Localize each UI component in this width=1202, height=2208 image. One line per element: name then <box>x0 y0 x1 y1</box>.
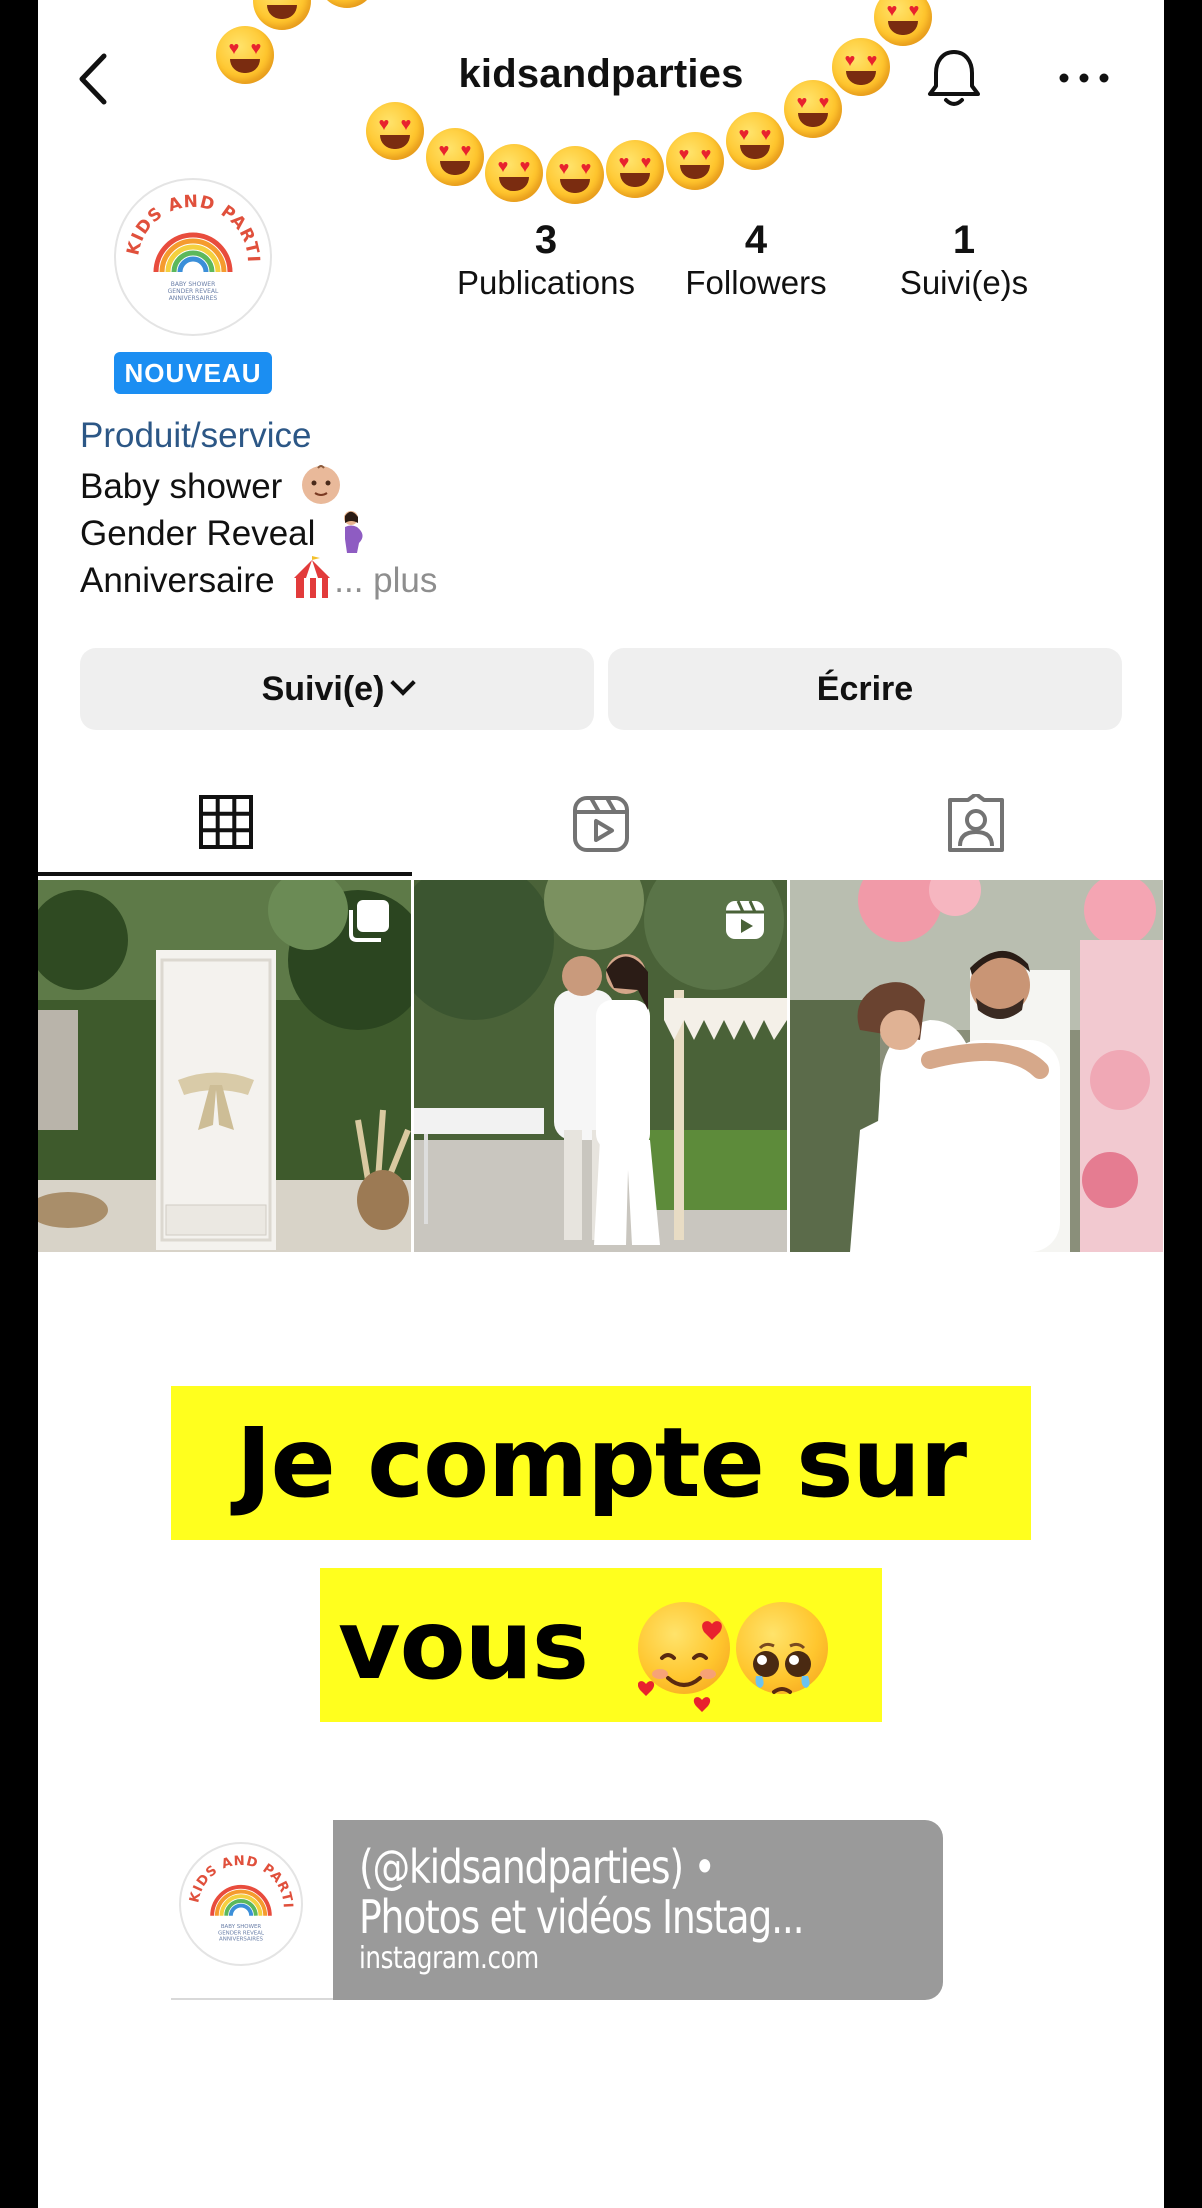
bio-text: Anniversaire <box>80 561 275 600</box>
caption-line-1: Je compte sur <box>171 1386 1031 1540</box>
svg-text:ANNIVERSAIRES: ANNIVERSAIRES <box>219 1937 263 1943</box>
heart-eyes-emoji: ♥♥ <box>546 146 604 204</box>
caption-line-2: vous <box>320 1568 882 1722</box>
message-button-label: Écrire <box>816 670 914 708</box>
heart-eyes-emoji: ♥♥ <box>253 0 311 30</box>
svg-text:GENDER REVEAL: GENDER REVEAL <box>218 1930 264 1936</box>
link-preview-card[interactable]: KIDS AND PARTIES BABY SHOWER GENDER REVE… <box>171 1820 943 2000</box>
bio-text: Baby shower <box>80 467 283 506</box>
post-couple-hug[interactable] <box>790 880 1163 1252</box>
link-preview-thumbnail: KIDS AND PARTIES BABY SHOWER GENDER REVE… <box>171 1820 333 2000</box>
bell-icon[interactable] <box>922 46 986 110</box>
following-button[interactable]: Suivi(e) <box>80 648 594 730</box>
stat-publications[interactable]: 3 Publications <box>446 218 646 304</box>
tab-tagged[interactable] <box>788 786 1163 864</box>
svg-text:KIDS AND PARTIES: KIDS AND PARTIES <box>181 1844 295 1909</box>
smiling-face-with-hearts-emoji-icon <box>637 1602 730 1712</box>
heart-eyes-emoji: ♥♥ <box>426 128 484 186</box>
heart-eyes-emoji: ♥♥ <box>874 0 932 46</box>
multiple-photos-icon <box>349 900 389 942</box>
svg-text:GENDER REVEAL: GENDER REVEAL <box>168 288 219 295</box>
post-image <box>790 880 1163 1252</box>
stat-label: Suivi(e)s <box>899 264 1029 301</box>
grid-icon <box>198 795 253 849</box>
heart-eyes-emoji: ♥♥ <box>366 102 424 160</box>
svg-text:BABY SHOWER: BABY SHOWER <box>171 281 216 288</box>
tab-reels[interactable] <box>413 786 788 864</box>
following-button-label: Suivi(e) <box>261 670 385 708</box>
stat-value: 3 <box>534 218 558 262</box>
link-preview-domain: instagram.com <box>359 1941 539 1976</box>
post-couple-garden[interactable] <box>414 880 787 1252</box>
link-preview-text: (@kidsandparties) • Photos et vidéos Inst… <box>333 1820 943 2000</box>
profile-avatar[interactable]: KIDS AND PARTIES BABY SHOWER GENDER REVE… <box>114 178 272 336</box>
baby-face-emoji-icon <box>302 465 341 504</box>
message-button[interactable]: Écrire <box>608 648 1122 730</box>
stat-label: Followers <box>685 264 827 301</box>
pregnant-woman-emoji-icon <box>344 511 363 553</box>
caption-text: vous <box>338 1589 589 1701</box>
bio-line: Anniversaire ... plus <box>80 556 437 602</box>
pleading-face-emoji-icon <box>736 1602 828 1694</box>
tagged-icon <box>947 794 1004 852</box>
more-options-icon[interactable] <box>1056 60 1112 96</box>
reels-icon <box>572 796 629 852</box>
stat-value: 1 <box>952 218 976 262</box>
stat-following[interactable]: 1 Suivi(e)s <box>864 218 1064 304</box>
bio-more-link[interactable]: ... plus <box>334 561 437 600</box>
stat-followers[interactable]: 4 Followers <box>656 218 856 304</box>
stat-value: 4 <box>744 218 768 262</box>
link-preview-title: (@kidsandparties) • Photos et vidéos Inst… <box>359 1840 805 1944</box>
instagram-profile-screen: ♥♥ ♥♥ ♥♥ ♥♥ ♥♥ ♥♥ ♥♥ ♥♥ ♥♥ ♥♥ ♥♥ ♥♥ ♥♥ k… <box>38 0 1164 2208</box>
bio-line: Baby shower <box>80 462 344 508</box>
heart-eyes-emoji: ♥♥ <box>726 112 784 170</box>
svg-text:ANNIVERSAIRES: ANNIVERSAIRES <box>169 295 218 302</box>
chevron-down-icon <box>390 670 417 696</box>
heart-eyes-emoji: ♥♥ <box>666 132 724 190</box>
heart-eyes-emoji: ♥♥ <box>606 140 664 198</box>
bio-line: Gender Reveal <box>80 509 373 555</box>
profile-username: kidsandparties <box>458 52 744 96</box>
bio-text: Gender Reveal <box>80 514 316 553</box>
reel-icon <box>726 900 764 939</box>
new-badge: NOUVEAU <box>114 352 272 394</box>
profile-category[interactable]: Produit/service <box>80 416 311 456</box>
active-tab-indicator <box>38 872 412 876</box>
tab-grid[interactable] <box>38 786 413 864</box>
post-white-door[interactable] <box>38 880 411 1252</box>
circus-tent-emoji-icon <box>294 556 331 598</box>
stat-label: Publications <box>457 264 635 301</box>
heart-eyes-emoji: ♥♥ <box>318 0 376 8</box>
kids-and-parties-logo: KIDS AND PARTIES BABY SHOWER GENDER REVE… <box>116 180 262 302</box>
kids-and-parties-logo: KIDS AND PARTIES BABY SHOWER GENDER REVE… <box>179 1842 303 1966</box>
svg-text:BABY SHOWER: BABY SHOWER <box>221 1924 262 1930</box>
heart-eyes-emoji: ♥♥ <box>485 144 543 202</box>
